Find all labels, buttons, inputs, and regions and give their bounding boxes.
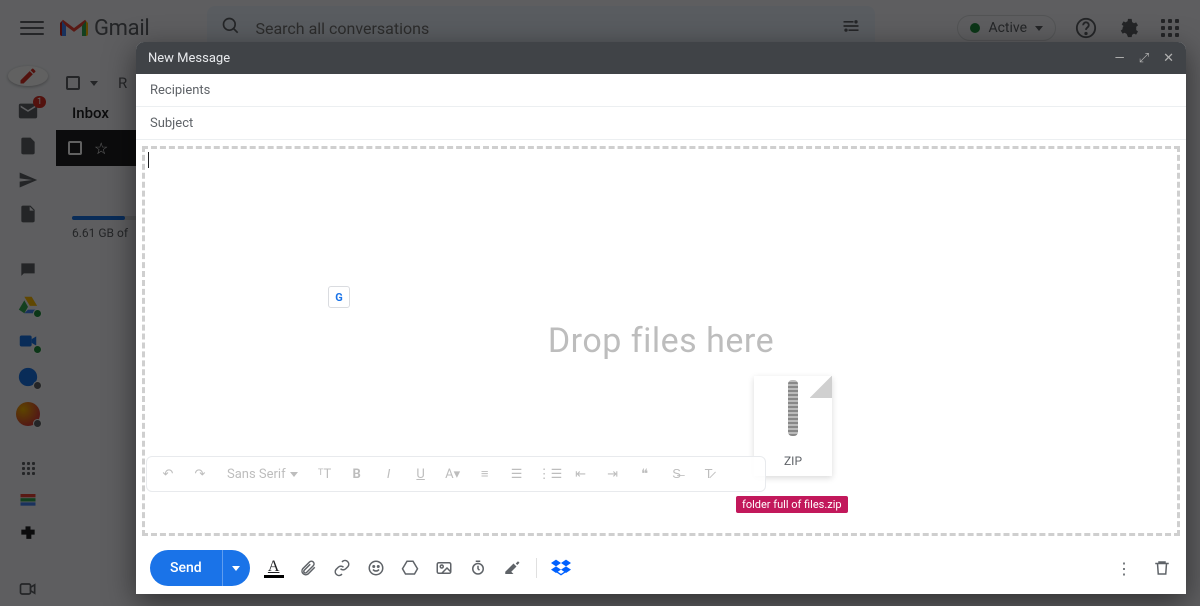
compose-button[interactable] — [8, 66, 48, 86]
indent-less-button[interactable]: ⇤ — [570, 467, 592, 482]
insert-emoji-icon[interactable] — [366, 558, 386, 578]
addon-icon[interactable] — [16, 523, 40, 543]
documents-icon[interactable] — [16, 136, 40, 156]
close-icon[interactable]: ✕ — [1163, 51, 1174, 66]
font-selector[interactable]: Sans Serif — [221, 467, 304, 482]
inbox-badge: 1 — [33, 96, 46, 108]
drive-active-dot — [33, 309, 42, 318]
compose-footer: Send A ⋮ — [136, 542, 1186, 594]
storage-text: 6.61 GB of — [72, 226, 128, 240]
chevron-down-icon — [1035, 26, 1043, 31]
minimize-icon[interactable]: — — [1115, 51, 1125, 66]
undo-icon[interactable]: ↶ — [157, 467, 179, 482]
numbered-list-button[interactable]: ☰ — [506, 467, 528, 482]
mail-icon[interactable]: 1 — [16, 100, 40, 122]
dragged-file-name: folder full of files.zip — [736, 496, 848, 513]
select-all-dropdown[interactable] — [90, 81, 98, 86]
left-rail: 1 — [0, 56, 56, 606]
dropbox-icon[interactable] — [551, 558, 571, 578]
insert-drive-icon[interactable] — [400, 558, 420, 578]
formatting-toggle-icon[interactable]: A — [264, 558, 284, 578]
align-button[interactable]: ≡ — [474, 466, 496, 482]
discard-draft-icon[interactable] — [1152, 558, 1172, 578]
books-icon[interactable] — [16, 489, 40, 509]
send-button[interactable]: Send — [150, 550, 222, 586]
main-menu-button[interactable] — [20, 16, 44, 40]
dropzone-text: Drop files here — [548, 321, 774, 361]
recipients-field[interactable]: Recipients — [136, 74, 1186, 107]
send-button-group: Send — [150, 550, 250, 586]
expand-icon[interactable]: ⤢ — [1139, 51, 1149, 66]
confidential-mode-icon[interactable] — [468, 558, 488, 578]
status-active-dot — [970, 23, 980, 33]
avatar-icon[interactable] — [16, 402, 40, 426]
insert-signature-icon[interactable] — [502, 558, 522, 578]
search-input[interactable] — [255, 19, 827, 38]
gmail-logo-text: Gmail — [94, 16, 149, 41]
insert-photo-icon[interactable] — [434, 558, 454, 578]
clear-formatting-button[interactable]: T̷ — [698, 466, 720, 482]
search-options-icon[interactable] — [841, 16, 861, 40]
compose-window: New Message — ⤢ ✕ Recipients Subject Dro… — [136, 42, 1186, 594]
send-icon[interactable] — [16, 170, 40, 190]
compose-titlebar[interactable]: New Message — ⤢ ✕ — [136, 42, 1186, 74]
compose-body[interactable]: Drop files here G ZIP folder full of fil… — [136, 140, 1186, 542]
search-icon — [221, 16, 241, 40]
footer-divider — [536, 558, 537, 578]
drive-icon[interactable] — [16, 294, 40, 316]
drafts-icon[interactable] — [16, 204, 40, 224]
avatar-status-dot — [33, 419, 42, 428]
contacts-icon[interactable] — [16, 366, 40, 388]
google-apps-icon[interactable] — [1158, 16, 1182, 40]
status-label: Active — [988, 20, 1027, 36]
subject-field[interactable]: Subject — [136, 107, 1186, 140]
text-color-button[interactable]: A▾ — [442, 467, 464, 482]
google-translate-icon[interactable]: G — [328, 286, 350, 308]
bold-button[interactable]: B — [346, 467, 368, 482]
strikethrough-button[interactable]: S̶ — [666, 466, 688, 482]
more-options-icon[interactable]: ⋮ — [1114, 558, 1134, 578]
font-size-icon[interactable]: ᵀT — [314, 466, 336, 482]
quote-button[interactable]: ❝ — [634, 467, 656, 482]
meet-icon[interactable] — [16, 330, 40, 352]
video-icon[interactable] — [16, 579, 40, 599]
formatting-toolbar: ↶ ↷ Sans Serif ᵀT B I U A▾ ≡ ☰ ⋮☰ ⇤ ⇥ ❝ … — [146, 456, 766, 492]
contacts-status-dot — [33, 381, 42, 390]
row-checkbox[interactable] — [68, 141, 82, 155]
send-options-button[interactable] — [222, 550, 250, 586]
text-cursor — [148, 152, 149, 168]
gmail-logo[interactable]: Gmail — [60, 16, 149, 41]
status-chip[interactable]: Active — [957, 15, 1056, 41]
indent-more-button[interactable]: ⇥ — [602, 467, 624, 482]
help-icon[interactable] — [1074, 16, 1098, 40]
meet-active-dot — [33, 345, 42, 354]
gmail-logo-icon — [60, 17, 88, 39]
refresh-label[interactable]: R — [118, 74, 127, 92]
keypad-icon[interactable] — [16, 462, 40, 475]
compose-title-text: New Message — [148, 51, 230, 66]
insert-link-icon[interactable] — [332, 558, 352, 578]
bulleted-list-button[interactable]: ⋮☰ — [538, 467, 560, 482]
chat-icon[interactable] — [16, 260, 40, 280]
underline-button[interactable]: U — [410, 467, 432, 482]
attach-file-icon[interactable] — [298, 558, 318, 578]
redo-icon[interactable]: ↷ — [189, 467, 211, 482]
star-icon[interactable]: ☆ — [94, 139, 108, 158]
select-all-checkbox[interactable] — [66, 76, 80, 90]
settings-gear-icon[interactable] — [1116, 16, 1140, 40]
italic-button[interactable]: I — [378, 467, 400, 482]
